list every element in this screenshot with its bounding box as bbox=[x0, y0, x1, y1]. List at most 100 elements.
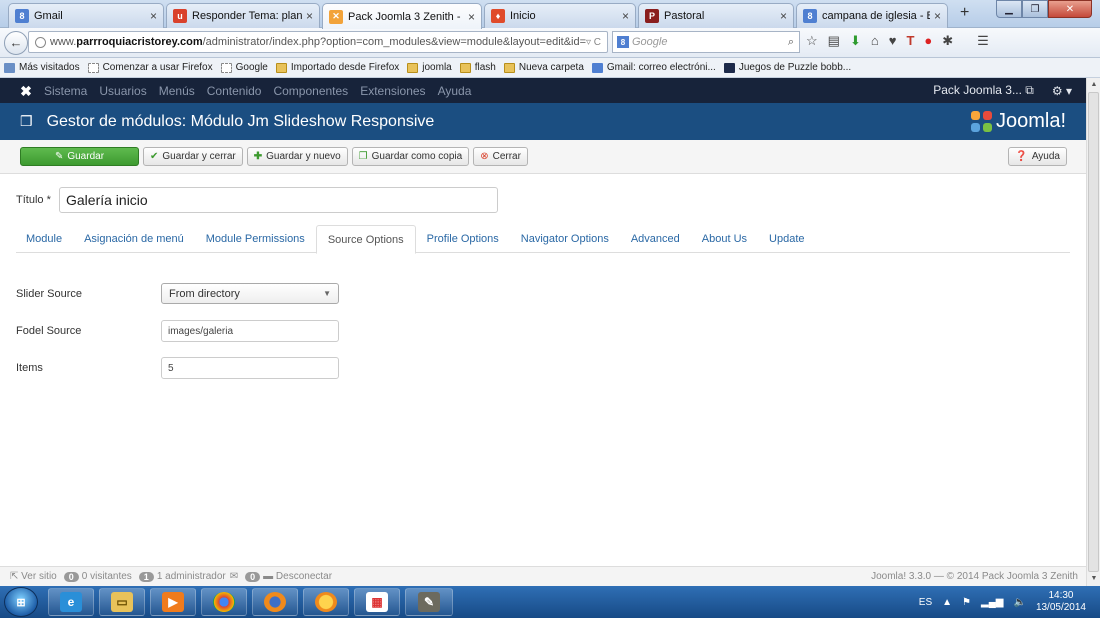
scroll-down-icon[interactable]: ▼ bbox=[1087, 572, 1100, 586]
close-window-button[interactable]: ✕ bbox=[1048, 0, 1092, 18]
search-icon[interactable]: ⌕ bbox=[788, 36, 799, 49]
minimize-button[interactable]: ▁ bbox=[996, 0, 1022, 18]
google-engine-icon[interactable]: 8 bbox=[617, 36, 629, 48]
view-site-link[interactable]: ⇱ Ver sitio bbox=[10, 571, 57, 582]
admin-menu-item[interactable]: Ayuda bbox=[438, 84, 472, 98]
save-button[interactable]: ✎ Guardar bbox=[20, 147, 139, 166]
site-identity-icon[interactable] bbox=[35, 36, 46, 48]
tab-about-us[interactable]: About Us bbox=[691, 225, 758, 253]
browser-tab[interactable]: ✕ Pack Joomla 3 Zenith - ... × bbox=[322, 3, 482, 29]
pocket-icon[interactable]: ♥ bbox=[889, 33, 897, 49]
windows-logo-icon: ⊞ bbox=[16, 596, 26, 609]
tab-update[interactable]: Update bbox=[758, 225, 815, 253]
admin-menu-item[interactable]: Extensiones bbox=[360, 84, 425, 98]
admin-menu-item[interactable]: Usuarios bbox=[99, 84, 146, 98]
taskbar-app-orange[interactable] bbox=[303, 588, 349, 616]
save-close-button[interactable]: ✔ Guardar y cerrar bbox=[143, 147, 243, 166]
bookmark-item[interactable]: joomla bbox=[407, 62, 452, 73]
close-button[interactable]: ⊗ Cerrar bbox=[473, 147, 528, 166]
browser-tab[interactable]: ♦ Inicio × bbox=[484, 3, 636, 28]
tab-profile-options[interactable]: Profile Options bbox=[416, 225, 510, 253]
extension-icon[interactable]: ✱ bbox=[942, 33, 953, 49]
tab-navigator-options[interactable]: Navigator Options bbox=[510, 225, 620, 253]
scroll-thumb[interactable] bbox=[1088, 92, 1099, 572]
bookmark-item[interactable]: Nueva carpeta bbox=[503, 62, 584, 73]
title-input[interactable] bbox=[59, 187, 498, 213]
tab-asignaci-n-de-men-[interactable]: Asignación de menú bbox=[73, 225, 195, 253]
fodel-source-input[interactable] bbox=[161, 320, 339, 342]
tab-source-options[interactable]: Source Options bbox=[315, 225, 416, 254]
bookmark-item[interactable]: Gmail: correo electróni... bbox=[591, 62, 716, 73]
gimp-icon: ✎ bbox=[418, 592, 440, 612]
joomla-small-logo-icon[interactable]: ✖ bbox=[18, 83, 34, 99]
volume-icon[interactable]: 🔈 bbox=[1013, 597, 1025, 608]
messages-icon[interactable]: ✉ bbox=[230, 571, 238, 582]
menu-icon[interactable]: ☰ bbox=[977, 33, 989, 49]
admin-menu-item[interactable]: Componentes bbox=[273, 84, 348, 98]
network-icon[interactable]: ▂▄▆ bbox=[981, 597, 1003, 608]
close-tab-icon[interactable]: × bbox=[306, 9, 313, 23]
close-tab-icon[interactable]: × bbox=[150, 9, 157, 23]
flag-icon[interactable]: ⚑ bbox=[962, 597, 971, 608]
taskbar-explorer[interactable]: ▭ bbox=[99, 588, 145, 616]
clock[interactable]: 14:30 13/05/2014 bbox=[1036, 590, 1086, 614]
taskbar-firefox[interactable] bbox=[252, 588, 298, 616]
taskbar-media-player[interactable]: ▶ bbox=[150, 588, 196, 616]
tab-advanced[interactable]: Advanced bbox=[620, 225, 691, 253]
slider-source-select[interactable]: From directory ▼ bbox=[161, 283, 339, 304]
language-indicator[interactable]: ES bbox=[919, 597, 932, 608]
scroll-up-icon[interactable]: ▲ bbox=[1087, 78, 1100, 92]
page-scrollbar[interactable]: ▲ ▼ bbox=[1086, 78, 1100, 586]
bookmark-item[interactable]: Google bbox=[220, 62, 268, 73]
settings-gear-icon[interactable]: ⚙ ▾ bbox=[1052, 84, 1072, 98]
close-tab-icon[interactable]: × bbox=[934, 9, 941, 23]
new-tab-button[interactable]: + bbox=[960, 4, 969, 22]
bookmark-item[interactable]: Juegos de Puzzle bobb... bbox=[723, 62, 851, 73]
translate-icon[interactable]: T bbox=[906, 33, 914, 49]
bookmark-item[interactable]: Más visitados bbox=[4, 62, 80, 73]
addon-icon[interactable]: ● bbox=[924, 33, 932, 49]
logout-link[interactable]: ▬ Desconectar bbox=[263, 571, 332, 582]
admin-menu-item[interactable]: Menús bbox=[159, 84, 195, 98]
address-bar[interactable]: www.parrroquiacristorey.com/administrato… bbox=[28, 31, 608, 53]
grid-app-icon: ▦ bbox=[366, 592, 388, 612]
close-tab-icon[interactable]: × bbox=[780, 9, 787, 23]
bookmark-star-icon[interactable]: ☆ bbox=[806, 33, 818, 49]
items-input[interactable] bbox=[161, 357, 339, 379]
taskbar-gimp[interactable]: ✎ bbox=[405, 588, 453, 616]
tab-module-permissions[interactable]: Module Permissions bbox=[195, 225, 316, 253]
tab-module[interactable]: Module bbox=[16, 225, 73, 253]
taskbar-chrome[interactable] bbox=[201, 588, 247, 616]
home-icon[interactable]: ⌂ bbox=[871, 33, 879, 49]
bookmark-item[interactable]: Comenzar a usar Firefox bbox=[87, 62, 213, 73]
browser-tab[interactable]: 8 campana de iglesia - Bu... × bbox=[796, 3, 948, 28]
help-button[interactable]: ❓ Ayuda bbox=[1008, 147, 1067, 166]
taskbar-ie[interactable]: e bbox=[48, 588, 94, 616]
browser-tab[interactable]: P Pastoral × bbox=[638, 3, 794, 28]
joomla-icon: ✕ bbox=[329, 9, 343, 24]
tab-label: Responder Tema: plantil... bbox=[192, 10, 302, 22]
search-bar[interactable]: 8 Google ⌕ bbox=[612, 31, 800, 53]
browser-tab[interactable]: 8 Gmail × bbox=[8, 3, 164, 28]
maximize-button[interactable]: ❐ bbox=[1022, 0, 1048, 18]
back-button[interactable]: ← bbox=[4, 30, 28, 55]
save-copy-button[interactable]: ❐ Guardar como copia bbox=[351, 147, 470, 166]
bookmarks-list-icon[interactable]: ▤ bbox=[828, 33, 840, 49]
close-tab-icon[interactable]: × bbox=[468, 10, 475, 24]
url-text[interactable]: www.parrroquiacristorey.com/administrato… bbox=[50, 36, 586, 48]
admin-menu-item[interactable]: Sistema bbox=[44, 84, 87, 98]
save-new-button[interactable]: ✚ Guardar y nuevo bbox=[246, 147, 348, 166]
taskbar-app-grid[interactable]: ▦ bbox=[354, 588, 400, 616]
toolbar-icons: ☆ ▤ ⬇ ⌂ ♥ T ● ✱ ☰ bbox=[806, 33, 989, 49]
tab-label: Pastoral bbox=[664, 10, 705, 22]
bookmark-item[interactable]: flash bbox=[459, 62, 496, 73]
tray-expand-icon[interactable]: ▲ bbox=[942, 597, 952, 608]
browser-tab[interactable]: u Responder Tema: plantil... × bbox=[166, 3, 320, 28]
close-tab-icon[interactable]: × bbox=[622, 9, 629, 23]
site-name-link[interactable]: Pack Joomla 3... ⧉ bbox=[933, 83, 1034, 98]
downloads-icon[interactable]: ⬇ bbox=[850, 33, 861, 49]
admin-menu-item[interactable]: Contenido bbox=[207, 84, 262, 98]
start-button[interactable]: ⊞ bbox=[4, 587, 38, 617]
bookmark-item[interactable]: Importado desde Firefox bbox=[275, 62, 399, 73]
reload-icon[interactable]: ▿ C bbox=[586, 37, 607, 48]
